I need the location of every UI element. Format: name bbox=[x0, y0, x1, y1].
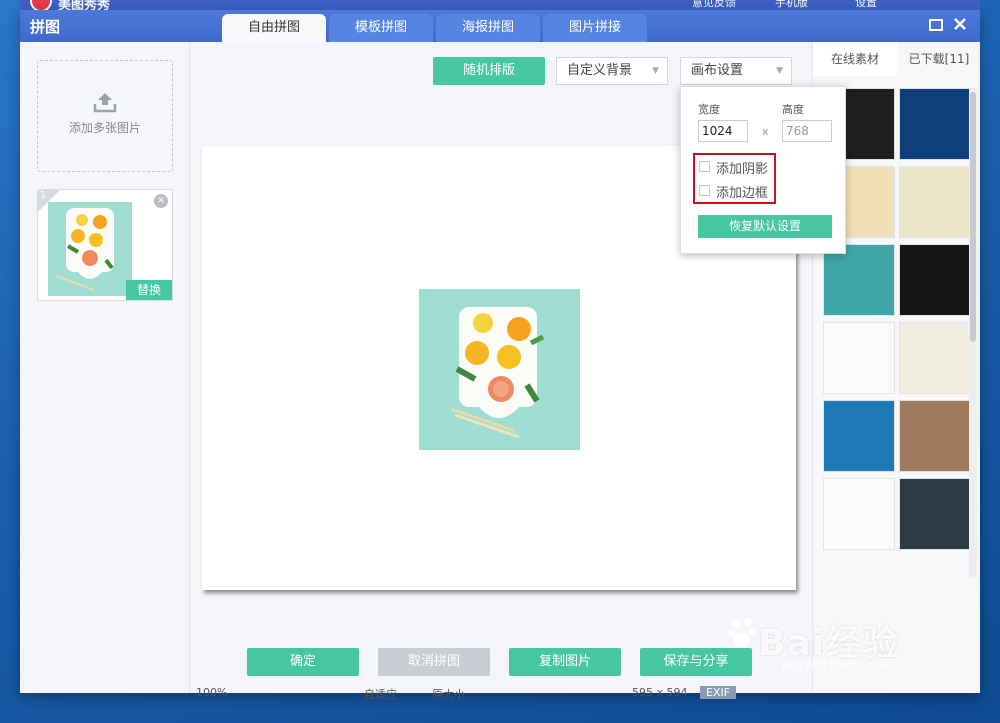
upload-icon bbox=[93, 93, 117, 113]
window-title: 拼图 bbox=[30, 18, 61, 36]
times-separator: x bbox=[762, 125, 769, 138]
chevron-down-icon: ▼ bbox=[776, 66, 783, 76]
replace-image-button[interactable]: 替换 bbox=[126, 280, 172, 300]
app-logo-icon bbox=[30, 0, 52, 10]
image-size: 595 x 594 bbox=[632, 686, 688, 699]
material-thumbnail[interactable] bbox=[823, 400, 895, 472]
exif-button[interactable]: EXIF bbox=[700, 686, 737, 699]
material-thumbnail[interactable] bbox=[899, 166, 971, 238]
watermark-url: jingyan.baidu.com bbox=[782, 658, 893, 672]
width-label: 宽度 bbox=[698, 103, 720, 116]
zoom-level: 100% bbox=[196, 686, 228, 699]
custom-background-dropdown[interactable]: 自定义背景 ▼ bbox=[556, 57, 668, 85]
cancel-collage-button[interactable]: 取消拼图 bbox=[378, 648, 490, 676]
add-images-button[interactable]: 添加多张图片 bbox=[37, 60, 173, 172]
paw-icon bbox=[728, 618, 756, 647]
fruit-platter-photo[interactable] bbox=[419, 289, 580, 450]
close-icon[interactable] bbox=[950, 15, 970, 37]
copy-image-button[interactable]: 复制图片 bbox=[509, 648, 621, 676]
canvas-settings-dropdown[interactable]: 画布设置 ▼ bbox=[680, 57, 792, 85]
statusbar: 100% 自适应 原大小 595 x 594 EXIF bbox=[20, 686, 980, 700]
material-thumbnail[interactable] bbox=[899, 322, 971, 394]
feedback-link[interactable]: 意见反馈 bbox=[692, 0, 736, 10]
fruit-platter-thumbnail-image bbox=[48, 202, 132, 296]
chevron-down-icon: ▼ bbox=[652, 66, 659, 76]
canvas-settings-popup: 宽度 高度 1024 x 768 添加阴影 添加边框 恢复默认设置 bbox=[680, 86, 846, 254]
scrollbar-thumb[interactable] bbox=[970, 92, 976, 342]
tab-template-collage[interactable]: 模板拼图 bbox=[329, 14, 433, 42]
restore-defaults-button[interactable]: 恢复默认设置 bbox=[698, 215, 832, 238]
titlebar: 拼图 自由拼图 模板拼图 海报拼图 图片拼接 bbox=[20, 10, 980, 42]
material-thumbnail[interactable] bbox=[899, 400, 971, 472]
material-thumbnail[interactable] bbox=[823, 322, 895, 394]
tab-online-materials[interactable]: 在线素材 bbox=[813, 42, 897, 76]
baidu-jingyan-watermark: Bai经验 jingyan.baidu.com bbox=[728, 614, 938, 674]
material-thumbnail[interactable] bbox=[823, 478, 895, 550]
material-thumbnail[interactable] bbox=[823, 244, 895, 316]
parent-title: 美图秀秀 bbox=[58, 0, 111, 10]
material-thumbnail[interactable] bbox=[899, 88, 971, 160]
material-thumbnail[interactable] bbox=[899, 244, 971, 316]
confirm-button[interactable]: 确定 bbox=[247, 648, 359, 676]
add-images-label: 添加多张图片 bbox=[68, 121, 141, 135]
add-shadow-checkbox[interactable] bbox=[699, 161, 710, 172]
canvas-settings-label: 画布设置 bbox=[691, 63, 744, 78]
fit-button[interactable]: 自适应 bbox=[364, 686, 397, 700]
image-list-panel: 添加多张图片 1 × 替换 bbox=[20, 42, 190, 693]
tab-downloaded[interactable]: 已下载[11] bbox=[897, 42, 981, 76]
tab-free-collage[interactable]: 自由拼图 bbox=[222, 14, 326, 42]
materials-scrollbar[interactable] bbox=[969, 88, 977, 578]
settings-link[interactable]: 设置 bbox=[855, 0, 877, 10]
add-border-label[interactable]: 添加边框 bbox=[716, 182, 768, 201]
add-border-checkbox[interactable] bbox=[699, 185, 710, 196]
collage-window: 拼图 自由拼图 模板拼图 海报拼图 图片拼接 添加多张图片 1 × 替换 随机排… bbox=[20, 10, 980, 693]
canvas-height-input[interactable]: 768 bbox=[782, 120, 832, 142]
image-thumbnail[interactable]: 1 × 替换 bbox=[37, 189, 173, 301]
remove-image-icon[interactable]: × bbox=[154, 194, 168, 208]
canvas-width-input[interactable]: 1024 bbox=[698, 120, 748, 142]
add-shadow-label[interactable]: 添加阴影 bbox=[716, 158, 768, 177]
height-label: 高度 bbox=[782, 103, 804, 116]
material-thumbnail[interactable] bbox=[899, 478, 971, 550]
mobile-link[interactable]: 手机版 bbox=[775, 0, 808, 10]
tab-image-stitch[interactable]: 图片拼接 bbox=[543, 14, 647, 42]
parent-titlebar: 美图秀秀 意见反馈 手机版 设置 bbox=[20, 0, 980, 10]
tab-poster-collage[interactable]: 海报拼图 bbox=[436, 14, 540, 42]
random-layout-button[interactable]: 随机排版 bbox=[433, 57, 545, 85]
maximize-icon[interactable] bbox=[926, 15, 946, 37]
custom-background-label: 自定义背景 bbox=[567, 63, 633, 78]
original-size-button[interactable]: 原大小 bbox=[432, 686, 465, 700]
